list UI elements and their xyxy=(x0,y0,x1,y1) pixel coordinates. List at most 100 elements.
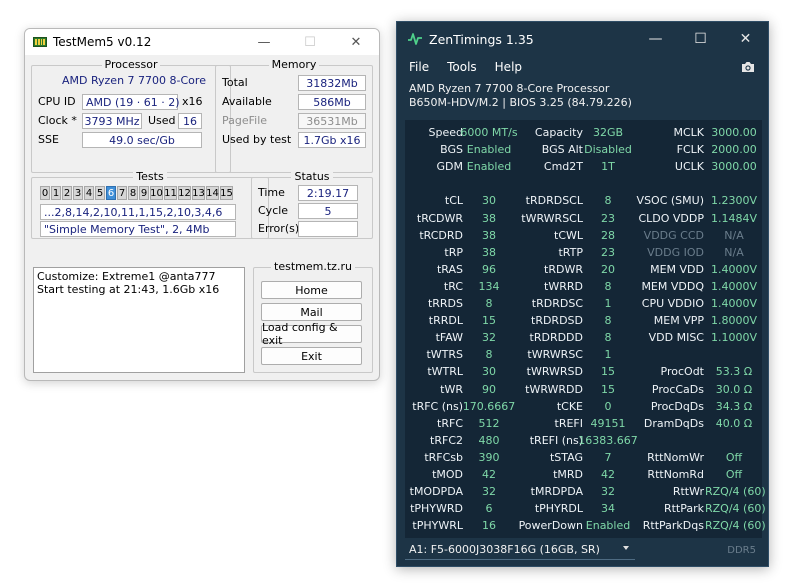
timing-value: 42 xyxy=(482,468,496,481)
timing-value: 170.6667 xyxy=(462,399,516,413)
menu-help[interactable]: Help xyxy=(495,60,522,74)
timing-value: 32GB xyxy=(592,126,624,139)
timing-row: tPHYWRL 16 PowerDown Enabled RttParkDqs RZQ/4… xyxy=(405,517,765,535)
cpu-id-label: CPU ID xyxy=(38,95,76,108)
minimize-button[interactable]: — xyxy=(241,29,287,55)
timing-value: 34 xyxy=(601,502,615,516)
log-textbox[interactable]: Customize: Extreme1 @anta777 Start testi… xyxy=(33,267,245,373)
timing-value: 8 xyxy=(604,279,612,293)
memory-chip-icon xyxy=(33,37,47,47)
current-test-field: "Simple Memory Test", 2, 4Mb xyxy=(40,221,236,237)
timing-label: tWRWRDD xyxy=(525,382,583,396)
timing-value: 134 xyxy=(478,279,500,293)
timing-value: 1.4000V xyxy=(710,297,757,310)
home-button[interactable]: Home xyxy=(261,281,362,299)
timing-value: 1.4000V xyxy=(710,279,757,293)
board-info: B650M-HDV/M.2 | BIOS 3.25 (84.79.226) xyxy=(409,96,632,109)
timing-label: VDDG CCD xyxy=(643,228,704,242)
timing-value: Disabled xyxy=(584,143,632,157)
timing-label: FCLK xyxy=(676,143,704,157)
timing-label: tWRWRSC xyxy=(527,348,583,362)
timing-row: tMODPDA 32 tMRDPDA 32 RttWr RZQ/4 (60) xyxy=(405,483,766,501)
timing-value: 32 xyxy=(482,331,496,345)
timing-row: tRCDWR 38 tWRWRSCL 23 CLDO VDDP 1.1484V xyxy=(405,210,762,228)
timing-label: tREFI (ns) xyxy=(529,433,583,447)
timing-value: 96 xyxy=(482,262,496,276)
menu-file[interactable]: File xyxy=(409,60,429,74)
timing-value: 0 xyxy=(604,399,612,413)
minimize-button[interactable]: — xyxy=(633,22,678,56)
sse-field: 49.0 sec/Gb xyxy=(82,132,202,148)
timing-label: tPHYWRD xyxy=(410,502,463,516)
timing-label: tWRWRSCL xyxy=(521,211,583,225)
timing-value: 16 xyxy=(482,519,496,533)
exit-button[interactable]: Exit xyxy=(261,347,362,365)
timing-label: CLDO VDDP xyxy=(638,211,704,225)
menu-tools[interactable]: Tools xyxy=(447,60,477,74)
timing-value: 28 xyxy=(601,228,615,242)
timing-label: MEM VDD xyxy=(650,262,704,276)
used-threads-field[interactable]: 16 xyxy=(178,113,202,129)
zentimings-titlebar[interactable]: ZenTimings 1.35 — ☐ ✕ xyxy=(397,22,768,56)
timing-value: 1.1000V xyxy=(710,331,757,345)
timing-value: Off xyxy=(725,468,743,481)
testmem5-titlebar[interactable]: TestMem5 v0.12 — ☐ ✕ xyxy=(25,29,379,55)
close-button[interactable]: ✕ xyxy=(333,29,379,55)
total-field: 31832Mb xyxy=(298,75,366,91)
timing-value: 8 xyxy=(485,348,493,362)
log-line: Start testing at 21:43, 1.6Gb x16 xyxy=(37,283,220,296)
timing-value: 1 xyxy=(604,348,612,362)
time-label: Time xyxy=(258,186,285,199)
test-cell: 7 xyxy=(117,186,127,200)
window-title: ZenTimings 1.35 xyxy=(429,31,534,47)
timing-value: 1T xyxy=(601,160,615,174)
timing-value: 2000.00 xyxy=(711,143,757,157)
timing-row: tPHYWRD 6 tPHYRDL 34 RttPark RZQ/4 (60) xyxy=(405,500,766,518)
used-label: Used xyxy=(148,114,176,127)
timing-value: 20 xyxy=(601,262,615,276)
camera-icon[interactable] xyxy=(740,59,756,75)
test-cell: 11 xyxy=(164,186,177,200)
timing-row: tRP 38 tRTP 23 VDDG IOD N/A xyxy=(405,244,762,262)
mail-button[interactable]: Mail xyxy=(261,303,362,321)
timing-value: 15 xyxy=(482,314,496,328)
timing-value: 53.3 Ω xyxy=(715,365,753,379)
test-cell: 2 xyxy=(62,186,72,200)
time-field: 2:19.17 xyxy=(298,185,358,201)
timing-label: RttWr xyxy=(672,485,704,499)
timing-label: tRDRDSCL xyxy=(525,194,583,208)
dimm-select[interactable]: A1: F5-6000J3038F16G (16GB, SR) xyxy=(405,540,635,560)
timing-value: 6000 MT/s xyxy=(460,126,518,139)
cpu-info: AMD Ryzen 7 7700 8-Core Processor B650M-… xyxy=(397,82,768,110)
tests-group: Tests 0 1 2 3 4 5 6 7 8 9 10 11 12 13 14 15 ...2,8,14,2… xyxy=(31,170,269,239)
site-label: testmem.tz.ru xyxy=(271,260,355,273)
menu-bar: File Tools Help xyxy=(397,56,768,78)
test-cell: 8 xyxy=(128,186,138,200)
timing-value: 38 xyxy=(482,245,496,259)
maximize-button: ☐ xyxy=(304,34,316,50)
close-button[interactable]: ✕ xyxy=(723,22,768,56)
timing-value: 1.4000V xyxy=(710,262,757,276)
timing-row: tWR 90 tWRWRDD 15 ProcCaDs 30.0 Ω xyxy=(405,381,762,399)
timing-value: N/A xyxy=(724,245,744,259)
cpu-threads-label: x16 xyxy=(182,95,203,108)
load-config-exit-button[interactable]: Load config & exit xyxy=(261,321,362,347)
pagefile-label: PageFile xyxy=(222,114,268,127)
maximize-button[interactable]: ☐ xyxy=(678,22,723,56)
timing-label: DramDqDs xyxy=(643,416,704,430)
sse-label: SSE xyxy=(38,133,59,146)
timing-row: tMOD 42 tMRD 42 RttNomRd Off xyxy=(405,466,762,484)
timing-label: tWRWRSD xyxy=(526,365,583,379)
timing-value: Enabled xyxy=(466,160,512,174)
timing-value: 8 xyxy=(604,331,612,345)
timing-row: tRC 134 tWRRD 8 MEM VDDQ 1.4000V xyxy=(405,278,762,296)
errors-label: Error(s) xyxy=(258,222,300,235)
testmem5-window: TestMem5 v0.12 — ☐ ✕ Processor AMD Ryzen… xyxy=(24,28,380,381)
timing-value: 23 xyxy=(601,211,615,225)
timing-label: UCLK xyxy=(674,160,704,174)
timing-value: 8 xyxy=(604,314,612,328)
timing-label: VDDG IOD xyxy=(647,245,704,259)
timing-value: 90 xyxy=(482,382,496,396)
timing-value: 49151 xyxy=(590,416,626,430)
pulse-icon xyxy=(408,33,422,45)
